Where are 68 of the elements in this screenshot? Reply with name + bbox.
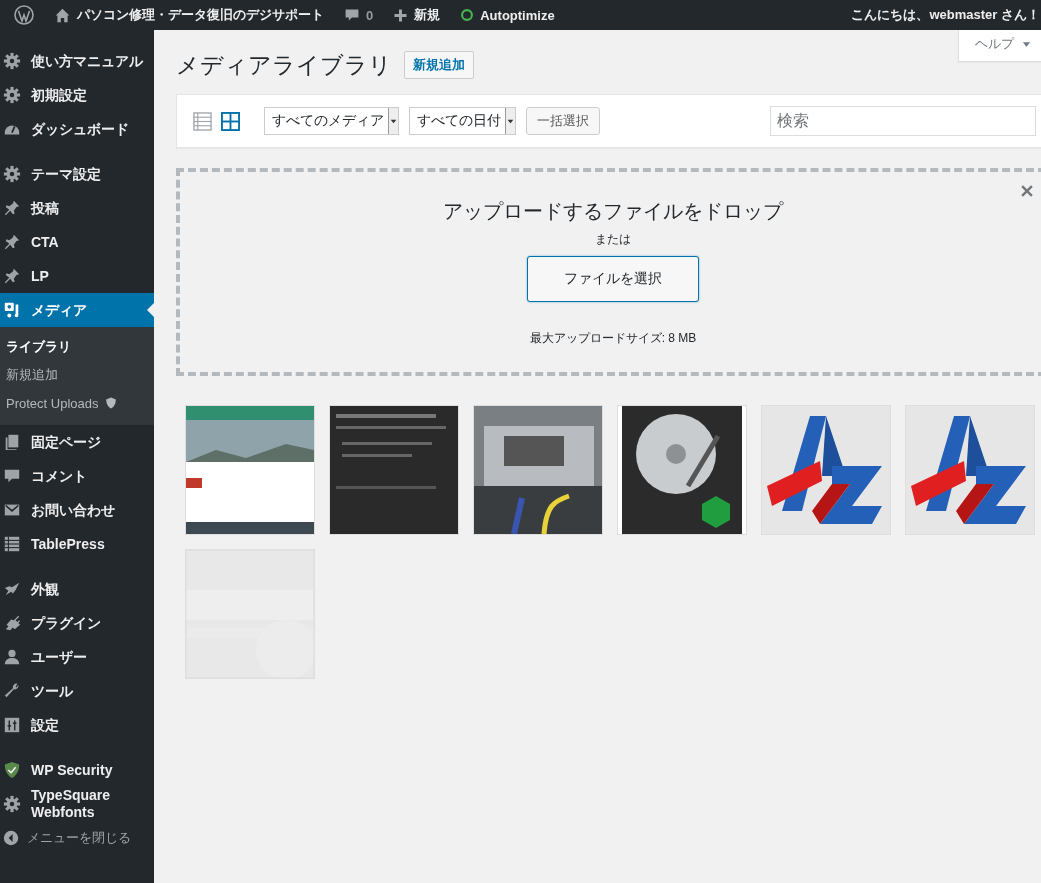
sidebar-item[interactable]: 固定ページ	[0, 425, 154, 459]
search-field[interactable]: 検索	[770, 106, 1036, 136]
gear-icon	[3, 52, 21, 70]
sidebar-item[interactable]: LP	[0, 259, 154, 293]
sidebar-item[interactable]: 外観	[0, 572, 154, 606]
submenu-item[interactable]: 新規追加	[0, 361, 154, 389]
comment-icon	[3, 467, 21, 485]
gear-icon	[3, 795, 21, 813]
sidebar-item[interactable]: プラグイン	[0, 606, 154, 640]
sidebar-item[interactable]: メディア	[0, 293, 154, 327]
sidebar-item[interactable]: テーマ設定	[0, 157, 154, 191]
settings-icon	[3, 716, 21, 734]
page-title: メディアライブラリ	[176, 50, 392, 80]
caret-icon	[390, 117, 397, 125]
page-icon	[3, 433, 21, 451]
sidebar-item[interactable]: 投稿	[0, 191, 154, 225]
shield-icon	[104, 397, 117, 409]
pin-icon	[3, 199, 21, 217]
status-ring-icon	[460, 8, 475, 22]
table-icon	[3, 535, 21, 553]
grid-view-icon[interactable]	[221, 111, 240, 131]
wordpress-logo-icon	[14, 5, 34, 25]
sidebar-item[interactable]: ダッシュボード	[0, 112, 154, 146]
filter-dropdown[interactable]: すべての日付	[409, 107, 516, 135]
sidebar-item[interactable]: 初期設定	[0, 78, 154, 112]
comment-icon	[344, 7, 360, 23]
user-icon	[3, 648, 21, 666]
account-greeting[interactable]: こんにちは、webmaster さん！	[841, 0, 1040, 30]
brush-icon	[3, 580, 21, 598]
autoptimize-link[interactable]: Autoptimize	[450, 0, 565, 30]
or-label: または	[595, 230, 631, 248]
close-icon[interactable]	[1020, 184, 1034, 198]
drop-instructions: アップロードするファイルをドロップ	[443, 198, 783, 224]
home-icon	[54, 6, 71, 24]
plus-icon	[393, 7, 409, 23]
gear-icon	[3, 86, 21, 104]
sidebar-item[interactable]: TablePress	[0, 527, 154, 561]
add-new-button[interactable]: 新規追加	[404, 51, 474, 79]
bulk-select-button[interactable]: 一括選択	[526, 107, 600, 135]
sidebar-item[interactable]: 使い方マニュアル	[0, 44, 154, 78]
sidebar-item[interactable]: 設定	[0, 708, 154, 742]
submenu-item[interactable]: Protect Uploads	[0, 389, 154, 417]
sidebar-item[interactable]: お問い合わせ	[0, 493, 154, 527]
upload-drop-zone[interactable]: アップロードするファイルをドロップ または ファイルを選択 最大アップロードサイズ: 8 MB	[176, 168, 1041, 376]
filter-dropdown[interactable]: すべてのメディア	[264, 107, 399, 135]
max-upload-size: 最大アップロードサイズ: 8 MB	[529, 329, 697, 347]
pin-icon	[3, 267, 21, 285]
submenu-item[interactable]: ライブラリ	[0, 333, 154, 361]
select-files-button[interactable]: ファイルを選択	[527, 255, 699, 302]
sidebar-item[interactable]: コメント	[0, 459, 154, 493]
pin-icon	[3, 233, 21, 251]
wrench-icon	[3, 682, 21, 700]
new-content-link[interactable]: 新規	[383, 0, 451, 30]
gear-icon	[3, 165, 21, 183]
comments-link[interactable]: 0	[334, 0, 384, 30]
site-name-link[interactable]: パソコン修理・データ復旧のデジサポート	[44, 0, 334, 30]
caret-icon	[507, 117, 514, 125]
shield-icon	[3, 761, 21, 779]
help-tab[interactable]: ヘルプ	[958, 30, 1041, 62]
media-icon	[3, 301, 21, 319]
plug-icon	[3, 614, 21, 632]
collapse-menu-button[interactable]: メニューを閉じる	[0, 821, 154, 855]
caret-icon	[1022, 39, 1031, 49]
sidebar-item[interactable]: CTA	[0, 225, 154, 259]
sidebar-item[interactable]: ツール	[0, 674, 154, 708]
sidebar-item[interactable]: WP Security	[0, 753, 154, 787]
sidebar-item[interactable]: ユーザー	[0, 640, 154, 674]
sidebar-item[interactable]: TypeSquare Webfonts	[0, 787, 154, 821]
